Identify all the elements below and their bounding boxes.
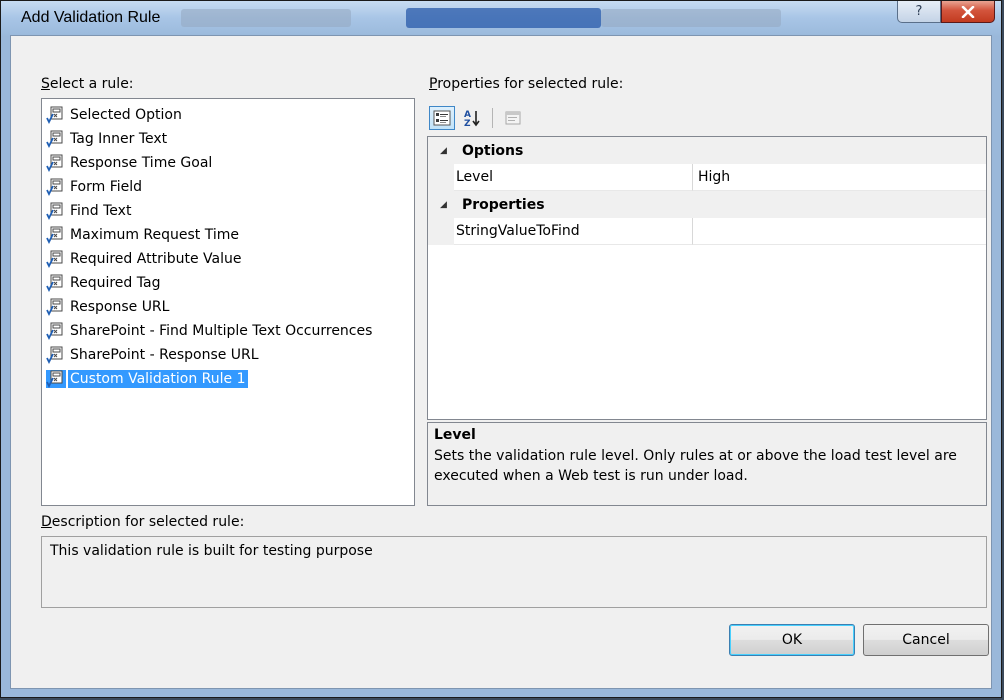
property-name: Level bbox=[454, 164, 693, 191]
background-blur bbox=[181, 9, 351, 27]
window-title: Add Validation Rule bbox=[21, 9, 161, 26]
property-name: StringValueToFind bbox=[454, 218, 693, 245]
ok-button[interactable]: OK bbox=[729, 624, 855, 656]
title-bar[interactable]: Add Validation Rule ? bbox=[1, 1, 1001, 35]
rule-list-item[interactable]: Custom Validation Rule 1 bbox=[42, 367, 414, 391]
rule-label: Tag Inner Text bbox=[70, 131, 168, 147]
rule-list-item[interactable]: Response Time Goal bbox=[42, 151, 414, 175]
alphabetical-button[interactable]: A Z bbox=[459, 106, 485, 130]
collapse-triangle-icon[interactable]: ◢ bbox=[440, 146, 447, 156]
rule-label: Response URL bbox=[70, 299, 170, 315]
rule-list-item[interactable]: SharePoint - Find Multiple Text Occurren… bbox=[42, 319, 414, 343]
categorized-icon bbox=[433, 110, 451, 126]
rule-icon bbox=[46, 178, 66, 197]
rule-label: SharePoint - Response URL bbox=[70, 347, 259, 363]
property-row-level[interactable]: Level High bbox=[428, 164, 986, 191]
rule-icon bbox=[46, 370, 66, 389]
category-row-properties[interactable]: ◢ Properties bbox=[428, 191, 986, 218]
description-box: This validation rule is built for testin… bbox=[41, 536, 987, 608]
help-text: Sets the validation rule level. Only rul… bbox=[434, 448, 957, 484]
rule-icon bbox=[46, 346, 66, 365]
rule-list-item[interactable]: Form Field bbox=[42, 175, 414, 199]
help-title: Level bbox=[434, 427, 476, 443]
properties-label: Properties for selected rule: bbox=[429, 76, 624, 92]
alphabetical-icon: A Z bbox=[464, 110, 480, 128]
help-icon: ? bbox=[915, 4, 923, 19]
rule-list-item[interactable]: Required Attribute Value bbox=[42, 247, 414, 271]
dialog-client-area: Select a rule: Selected Option Tag Inner … bbox=[10, 35, 992, 689]
rule-icon bbox=[46, 226, 66, 245]
rule-icon bbox=[46, 154, 66, 173]
category-row-options[interactable]: ◢ Options bbox=[428, 137, 986, 164]
property-pages-icon bbox=[505, 111, 521, 125]
rule-icon bbox=[46, 250, 66, 269]
rule-icon bbox=[46, 322, 66, 341]
rule-label: Selected Option bbox=[70, 107, 182, 123]
dialog-window: Add Validation Rule ? Select a rule: Sel… bbox=[0, 0, 1002, 698]
rule-icon bbox=[46, 106, 66, 125]
property-row-stringvaluetofind[interactable]: StringValueToFind bbox=[428, 218, 986, 245]
rule-list-item[interactable]: SharePoint - Response URL bbox=[42, 343, 414, 367]
rule-label: Maximum Request Time bbox=[70, 227, 240, 243]
property-grid[interactable]: ◢ Options Level High ◢ Properties String… bbox=[427, 136, 987, 420]
rule-list-item[interactable]: Tag Inner Text bbox=[42, 127, 414, 151]
rule-list-item[interactable]: Find Text bbox=[42, 199, 414, 223]
property-pages-button[interactable] bbox=[500, 106, 526, 130]
property-grid-toolbar: A Z bbox=[429, 104, 526, 132]
select-rule-label: Select a rule: bbox=[41, 76, 134, 92]
property-help-pane: Level Sets the validation rule level. On… bbox=[427, 422, 987, 506]
rule-label: Required Attribute Value bbox=[70, 251, 242, 267]
cancel-button[interactable]: Cancel bbox=[863, 624, 989, 656]
background-blur bbox=[406, 8, 601, 28]
description-text: This validation rule is built for testin… bbox=[50, 543, 373, 559]
background-blur bbox=[601, 9, 781, 27]
rule-label: Find Text bbox=[70, 203, 132, 219]
rule-label: Response Time Goal bbox=[70, 155, 213, 171]
description-label: Description for selected rule: bbox=[41, 514, 245, 530]
help-button[interactable]: ? bbox=[897, 1, 941, 23]
rule-label: Form Field bbox=[70, 179, 143, 195]
categorized-button[interactable] bbox=[429, 106, 455, 130]
rule-icon bbox=[46, 298, 66, 317]
rule-icon bbox=[46, 202, 66, 221]
collapse-triangle-icon[interactable]: ◢ bbox=[440, 200, 447, 210]
close-button[interactable] bbox=[941, 1, 995, 23]
svg-text:Z: Z bbox=[464, 119, 471, 128]
rule-label: Custom Validation Rule 1 bbox=[68, 370, 248, 388]
rule-list-item[interactable]: Response URL bbox=[42, 295, 414, 319]
rule-list-item[interactable]: Maximum Request Time bbox=[42, 223, 414, 247]
rule-icon bbox=[46, 274, 66, 293]
rule-list-item[interactable]: Required Tag bbox=[42, 271, 414, 295]
property-value[interactable] bbox=[693, 218, 986, 245]
toolbar-separator bbox=[492, 108, 493, 128]
rule-list-item[interactable]: Selected Option bbox=[42, 103, 414, 127]
close-icon bbox=[961, 5, 975, 18]
rule-icon bbox=[46, 130, 66, 149]
rule-listbox[interactable]: Selected Option Tag Inner Text Response Ti… bbox=[41, 98, 415, 506]
rule-label: Required Tag bbox=[70, 275, 161, 291]
property-value[interactable]: High bbox=[693, 164, 986, 191]
rule-label: SharePoint - Find Multiple Text Occurren… bbox=[70, 323, 373, 339]
